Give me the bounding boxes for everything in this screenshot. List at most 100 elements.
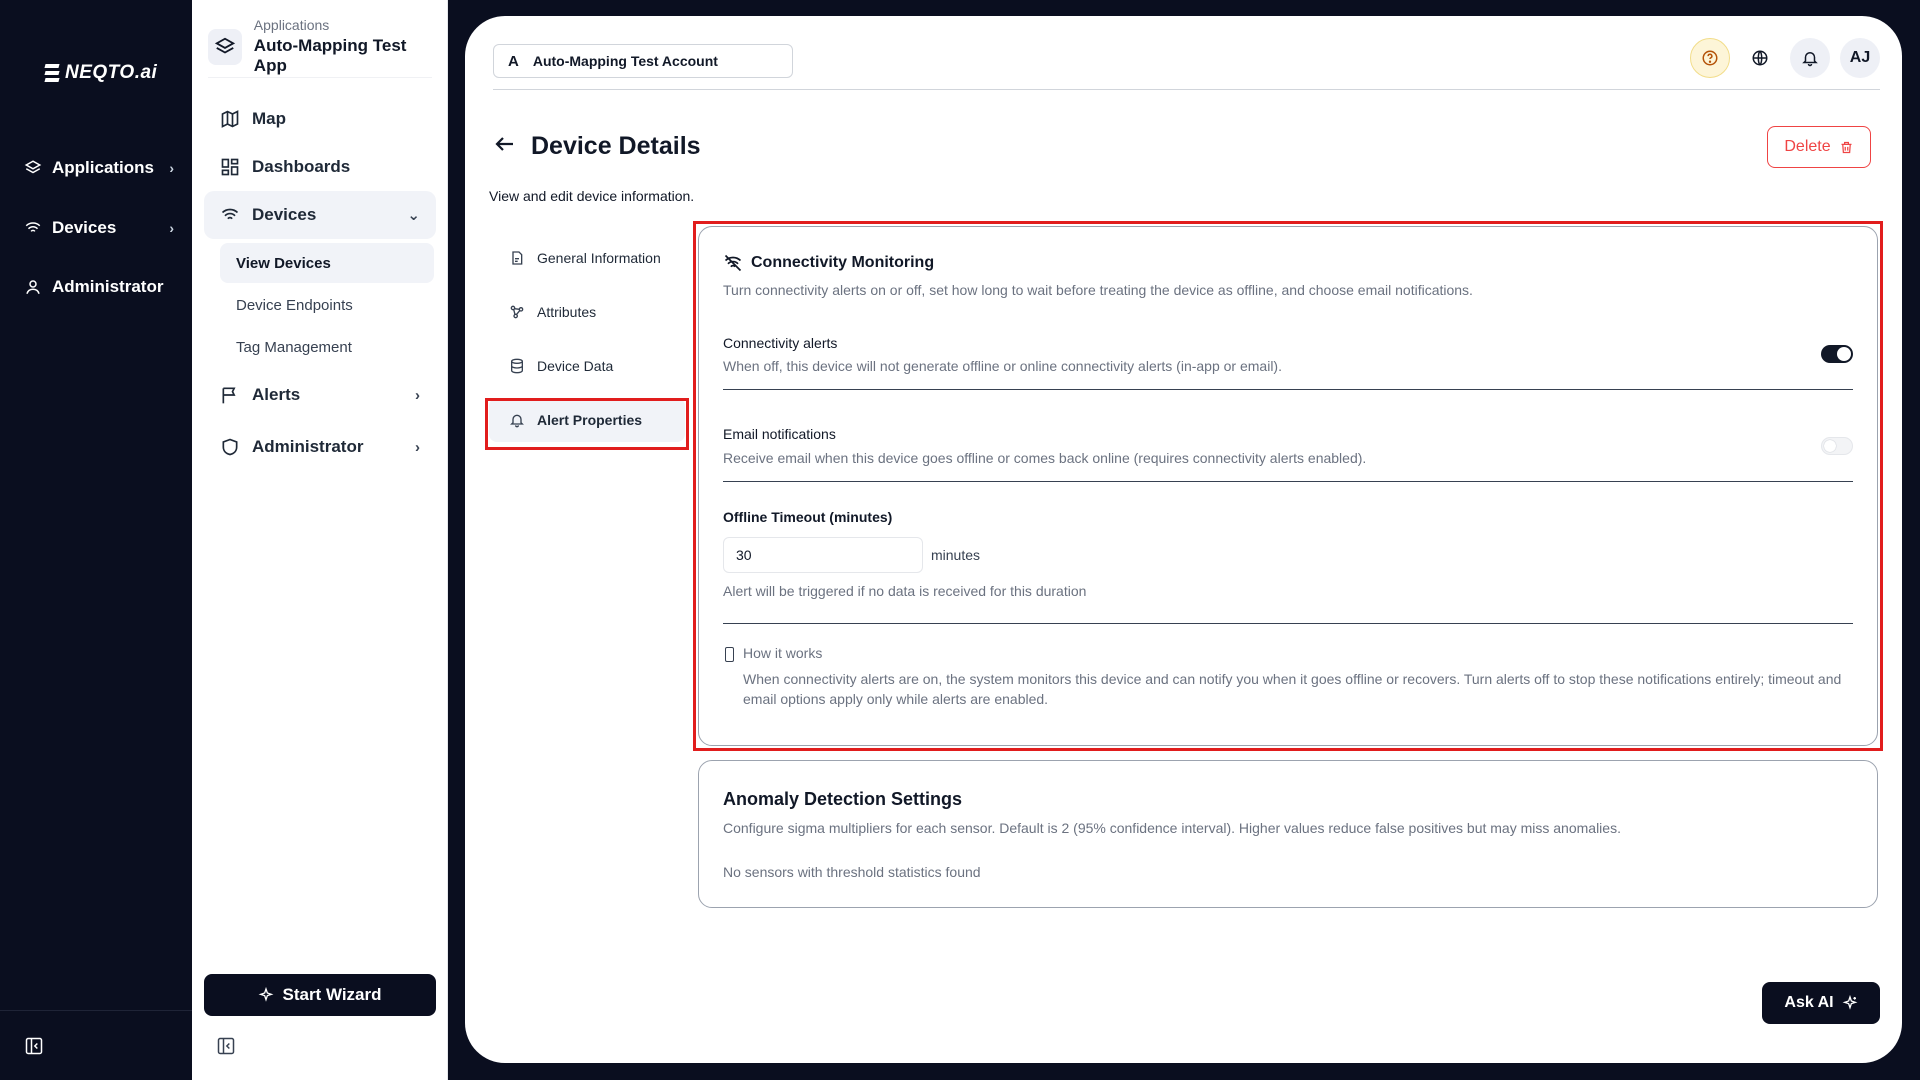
sidebar-item-label: Alerts <box>252 385 301 404</box>
connectivity-alerts-label: Connectivity alerts <box>723 335 838 351</box>
email-notifications-toggle[interactable] <box>1821 437 1853 455</box>
wifi-icon <box>25 222 41 232</box>
delete-label: Delete <box>1784 138 1831 155</box>
help-button[interactable] <box>1690 38 1730 78</box>
sparkle-icon <box>259 987 274 1002</box>
logo-text: NEQTO.ai <box>65 62 158 83</box>
dashboard-icon <box>221 158 239 176</box>
sidebar-item-dashboards[interactable]: Dashboards <box>204 143 436 191</box>
sidebar-item-label: Map <box>252 109 286 128</box>
tab-device-data[interactable]: Device Data <box>489 344 685 388</box>
page-header: Device Details <box>493 132 701 161</box>
page-subtitle: View and edit device information. <box>489 188 695 204</box>
page-title: Device Details <box>531 132 701 160</box>
email-notifications-label: Email notifications <box>723 426 836 442</box>
bell-icon <box>1802 52 1818 67</box>
sidebar-subitem-view-devices[interactable]: View Devices <box>220 243 434 283</box>
card-title-text: Anomaly Detection Settings <box>723 789 963 809</box>
sidebar-item-administrator[interactable]: Administrator › <box>204 423 436 471</box>
user-initials: AJ <box>1849 49 1871 66</box>
sidebar-subitem-label: View Devices <box>236 254 331 272</box>
tab-label: Device Data <box>537 358 614 374</box>
help-icon <box>1702 50 1718 66</box>
offline-timeout-label: Offline Timeout (minutes) <box>723 509 893 525</box>
logo-mark-icon <box>44 64 60 82</box>
sidebar-subitem-device-endpoints[interactable]: Device Endpoints <box>220 285 434 325</box>
sidebar-item-label: Dashboards <box>252 157 351 176</box>
wifi-icon <box>221 208 239 220</box>
email-notifications-description: Receive email when this device goes offl… <box>723 450 1367 466</box>
left-rail: NEQTO.ai Applications › Devices › Admini… <box>0 0 192 1080</box>
app-name: Auto-Mapping Test App <box>253 36 407 75</box>
shield-icon <box>222 438 238 456</box>
arrow-left-icon <box>495 137 513 151</box>
back-button[interactable] <box>493 132 517 161</box>
map-icon <box>221 110 239 128</box>
sidebar-item-devices[interactable]: Devices ⌄ <box>204 191 436 239</box>
tab-general-information[interactable]: General Information <box>489 236 685 280</box>
card-title-text: Connectivity Monitoring <box>751 254 935 271</box>
timeout-unit: minutes <box>931 547 981 563</box>
language-button[interactable] <box>1740 38 1780 78</box>
offline-timeout-input[interactable] <box>723 537 923 573</box>
account-avatar: A <box>508 52 519 70</box>
delete-button[interactable]: Delete <box>1767 126 1871 168</box>
chevron-down-icon: ⌄ <box>407 207 420 224</box>
rail-item-devices[interactable]: Devices › <box>24 218 174 238</box>
sidebar-subitem-tag-management[interactable]: Tag Management <box>220 327 434 367</box>
tab-attributes[interactable]: Attributes <box>489 290 685 334</box>
tab-label: General Information <box>537 250 661 266</box>
rail-item-administrator[interactable]: Administrator <box>24 277 174 297</box>
info-icon <box>725 647 734 662</box>
sidebar-item-map[interactable]: Map <box>204 95 436 143</box>
rail-item-label: Applications <box>52 158 155 177</box>
chevron-right-icon: › <box>169 220 174 236</box>
layers-icon <box>24 160 42 174</box>
timeout-help-text: Alert will be triggered if no data is re… <box>723 583 1087 599</box>
card-description: Turn connectivity alerts on or off, set … <box>723 282 1473 298</box>
card-title: Anomaly Detection Settings <box>723 789 962 810</box>
sidebar-subitem-label: Tag Management <box>236 338 352 356</box>
notifications-button[interactable] <box>1790 38 1830 78</box>
start-wizard-button[interactable]: Start Wizard <box>204 974 436 1016</box>
how-it-works-text: When connectivity alerts are on, the sys… <box>743 671 1842 707</box>
sidebar-item-label: Devices <box>252 205 317 224</box>
start-wizard-label: Start Wizard <box>282 985 382 1004</box>
main-panel: A Auto-Mapping Test Account AJ Device De… <box>465 16 1902 1063</box>
how-it-works-title: How it works <box>743 645 823 661</box>
wifi-off-icon <box>724 254 742 272</box>
empty-state-text: No sensors with threshold statistics fou… <box>723 864 981 880</box>
account-selector[interactable]: A Auto-Mapping Test Account <box>493 44 793 78</box>
account-name: Auto-Mapping Test Account <box>532 53 718 69</box>
anomaly-detection-card: Anomaly Detection Settings Configure sig… <box>698 760 1878 908</box>
app-head-text: Applications Auto-Mapping Test App <box>254 17 432 76</box>
ask-ai-button[interactable]: Ask AI <box>1762 982 1880 1024</box>
rail-item-label: Administrator <box>52 277 164 296</box>
ask-ai-label: Ask AI <box>1784 994 1834 1011</box>
divider <box>723 623 1853 624</box>
flag-icon <box>222 387 236 404</box>
layers-icon <box>208 28 242 65</box>
sparkle-icon <box>1842 995 1858 1010</box>
globe-icon <box>1752 50 1768 66</box>
divider <box>723 481 1853 482</box>
sidebar-item-label: Administrator <box>252 437 364 456</box>
user-avatar[interactable]: AJ <box>1840 38 1880 78</box>
brand-logo[interactable]: NEQTO.ai <box>44 62 158 84</box>
card-description: Configure sigma multipliers for each sen… <box>723 820 1621 836</box>
document-icon <box>512 251 523 265</box>
secondary-sidebar: Applications Auto-Mapping Test App Map D… <box>192 0 448 1080</box>
rail-item-applications[interactable]: Applications › <box>24 158 174 178</box>
divider <box>723 389 1853 390</box>
collapse-panel-icon[interactable] <box>24 1036 44 1056</box>
chevron-right-icon: › <box>169 160 174 176</box>
connectivity-alerts-toggle[interactable] <box>1821 345 1853 363</box>
rail-divider <box>0 1010 192 1011</box>
app-switcher[interactable]: Applications Auto-Mapping Test App <box>208 16 432 78</box>
tab-highlight-box <box>485 398 689 450</box>
chevron-right-icon: › <box>415 386 420 404</box>
collapse-sidebar-icon[interactable] <box>216 1036 236 1056</box>
sidebar-item-alerts[interactable]: Alerts › <box>204 371 436 419</box>
top-bar: A Auto-Mapping Test Account AJ <box>493 38 1880 90</box>
user-icon <box>26 280 40 294</box>
